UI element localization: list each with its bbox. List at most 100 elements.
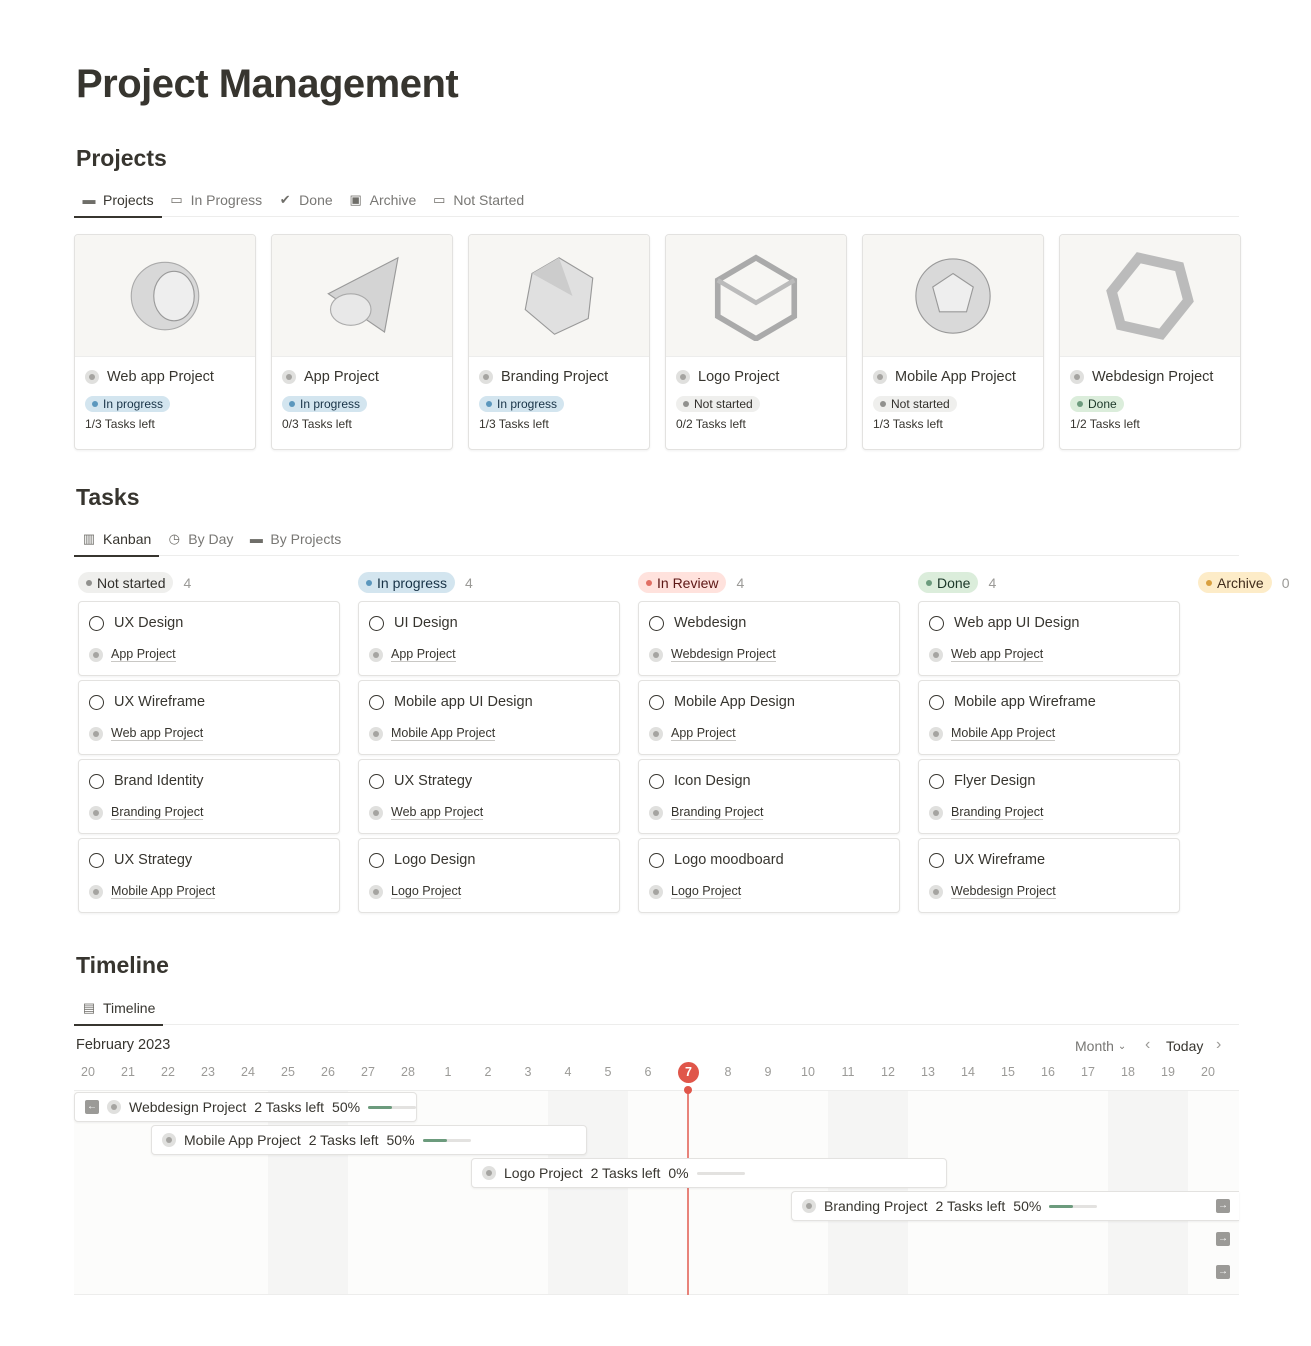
task-card[interactable]: UI Design App Project: [358, 601, 620, 676]
project-card[interactable]: Logo Project Not started 0/2 Tasks left: [665, 234, 847, 450]
project-icon: [649, 726, 663, 741]
task-card[interactable]: UX Strategy Mobile App Project: [78, 838, 340, 913]
timeline-bar[interactable]: ← Webdesign Project 2 Tasks left 50%: [74, 1092, 418, 1122]
task-checkbox-icon[interactable]: [929, 615, 944, 631]
project-cover-image: [272, 235, 452, 357]
task-project-link[interactable]: Web app Project: [951, 647, 1044, 662]
task-checkbox-icon[interactable]: [649, 615, 664, 631]
task-project-link[interactable]: Webdesign Project: [671, 647, 776, 662]
status-badge: Not started: [676, 396, 760, 412]
project-icon: [369, 805, 383, 820]
task-project-link[interactable]: App Project: [671, 726, 736, 741]
tab-not-started[interactable]: ▭ Not Started: [424, 183, 532, 216]
task-checkbox-icon[interactable]: [89, 694, 104, 710]
task-card[interactable]: Brand Identity Branding Project: [78, 759, 340, 834]
day-label: 23: [201, 1065, 215, 1079]
next-arrow-icon[interactable]: ›: [1216, 1036, 1221, 1054]
task-project-link[interactable]: App Project: [391, 647, 456, 662]
task-card[interactable]: Mobile app Wireframe Mobile App Project: [918, 680, 1180, 755]
arrow-right-icon[interactable]: →: [1216, 1265, 1230, 1279]
task-checkbox-icon[interactable]: [369, 615, 384, 631]
project-card[interactable]: Branding Project In progress 1/3 Tasks l…: [468, 234, 650, 450]
tab-archive[interactable]: ▣ Archive: [341, 183, 425, 216]
clock-icon: ◷: [168, 530, 180, 546]
task-checkbox-icon[interactable]: [929, 773, 944, 789]
today-button[interactable]: Today: [1166, 1038, 1203, 1054]
task-checkbox-icon[interactable]: [369, 852, 384, 868]
task-checkbox-icon[interactable]: [649, 773, 664, 789]
tab-in-progress[interactable]: ▭ In Progress: [162, 183, 271, 216]
tab-by-projects[interactable]: ▬ By Projects: [241, 522, 349, 555]
timeline-bar[interactable]: Mobile App Project 2 Tasks left 50%: [151, 1125, 587, 1155]
tab-projects[interactable]: ▬ Projects: [74, 183, 162, 218]
arrow-left-icon[interactable]: ←: [85, 1100, 99, 1114]
task-card[interactable]: Icon Design Branding Project: [638, 759, 900, 834]
task-project-link[interactable]: App Project: [111, 647, 176, 662]
status-label: Not started: [891, 397, 950, 411]
timeline-bar[interactable]: Branding Project 2 Tasks left 50%: [791, 1191, 1239, 1221]
task-project-link[interactable]: Mobile App Project: [391, 726, 496, 741]
tab-kanban[interactable]: ▥ Kanban: [74, 522, 160, 557]
project-card[interactable]: App Project In progress 0/3 Tasks left: [271, 234, 453, 450]
tab-label: Not Started: [453, 191, 525, 208]
arrow-right-icon[interactable]: →: [1216, 1199, 1230, 1213]
timeline-heading: Timeline: [76, 952, 169, 978]
task-project-link[interactable]: Branding Project: [111, 805, 204, 820]
task-card[interactable]: UX Strategy Web app Project: [358, 759, 620, 834]
view-select[interactable]: Month ⌄: [1075, 1038, 1126, 1056]
day-label: 24: [241, 1065, 255, 1079]
task-card[interactable]: Webdesign Webdesign Project: [638, 601, 900, 676]
project-card[interactable]: Web app Project In progress 1/3 Tasks le…: [74, 234, 256, 450]
task-checkbox-icon[interactable]: [929, 694, 944, 710]
column-count: 0: [1281, 574, 1290, 591]
today-marker: 7: [678, 1062, 699, 1083]
task-checkbox-icon[interactable]: [649, 694, 664, 710]
arrow-right-icon[interactable]: →: [1216, 1232, 1230, 1246]
timeline-bar[interactable]: Logo Project 2 Tasks left 0%: [471, 1158, 947, 1188]
tab-timeline[interactable]: ▤ Timeline: [74, 991, 164, 1026]
task-project-link[interactable]: Web app Project: [391, 805, 484, 820]
task-checkbox-icon[interactable]: [89, 852, 104, 868]
project-icon: [873, 370, 887, 384]
status-badge: Not started: [873, 396, 957, 412]
task-card[interactable]: Logo moodboard Logo Project: [638, 838, 900, 913]
project-icon: [89, 647, 103, 662]
prev-arrow-icon[interactable]: ‹: [1145, 1036, 1150, 1054]
day-label: 12: [881, 1065, 895, 1079]
task-card[interactable]: Flyer Design Branding Project: [918, 759, 1180, 834]
task-card[interactable]: Logo Design Logo Project: [358, 838, 620, 913]
tab-by-day[interactable]: ◷ By Day: [159, 522, 241, 555]
task-project-link[interactable]: Webdesign Project: [951, 884, 1056, 899]
task-project-link[interactable]: Web app Project: [111, 726, 204, 741]
task-checkbox-icon[interactable]: [649, 852, 664, 868]
status-label: In progress: [300, 397, 361, 411]
task-card[interactable]: UX Wireframe Web app Project: [78, 680, 340, 755]
project-card[interactable]: Mobile App Project Not started 1/3 Tasks…: [862, 234, 1044, 450]
task-title: Mobile app UI Design: [394, 694, 533, 710]
project-card[interactable]: Webdesign Project Done 1/2 Tasks left: [1059, 234, 1241, 450]
task-card[interactable]: Web app UI Design Web app Project: [918, 601, 1180, 676]
day-label: 18: [1121, 1065, 1135, 1079]
task-checkbox-icon[interactable]: [369, 694, 384, 710]
task-card[interactable]: Mobile app UI Design Mobile App Project: [358, 680, 620, 755]
task-project-link[interactable]: Logo Project: [671, 884, 742, 899]
task-checkbox-icon[interactable]: [89, 773, 104, 789]
task-card[interactable]: UX Wireframe Webdesign Project: [918, 838, 1180, 913]
task-project-link[interactable]: Mobile App Project: [111, 884, 216, 899]
day-label: 19: [1161, 1065, 1175, 1079]
day-label: 4: [564, 1065, 572, 1079]
task-title: Mobile App Design: [674, 694, 795, 710]
task-project-link[interactable]: Branding Project: [671, 805, 764, 820]
task-project-link[interactable]: Mobile App Project: [951, 726, 1056, 741]
status-label: Done: [937, 574, 971, 591]
task-card[interactable]: Mobile App Design App Project: [638, 680, 900, 755]
task-card[interactable]: UX Design App Project: [78, 601, 340, 676]
task-project-link[interactable]: Logo Project: [391, 884, 462, 899]
status-badge: In progress: [479, 396, 565, 412]
task-checkbox-icon[interactable]: [929, 852, 944, 868]
tab-done[interactable]: ✔ Done: [270, 183, 340, 216]
task-project-link[interactable]: Branding Project: [951, 805, 1044, 820]
task-checkbox-icon[interactable]: [369, 773, 384, 789]
task-checkbox-icon[interactable]: [89, 615, 104, 631]
task-title: Brand Identity: [114, 773, 204, 789]
